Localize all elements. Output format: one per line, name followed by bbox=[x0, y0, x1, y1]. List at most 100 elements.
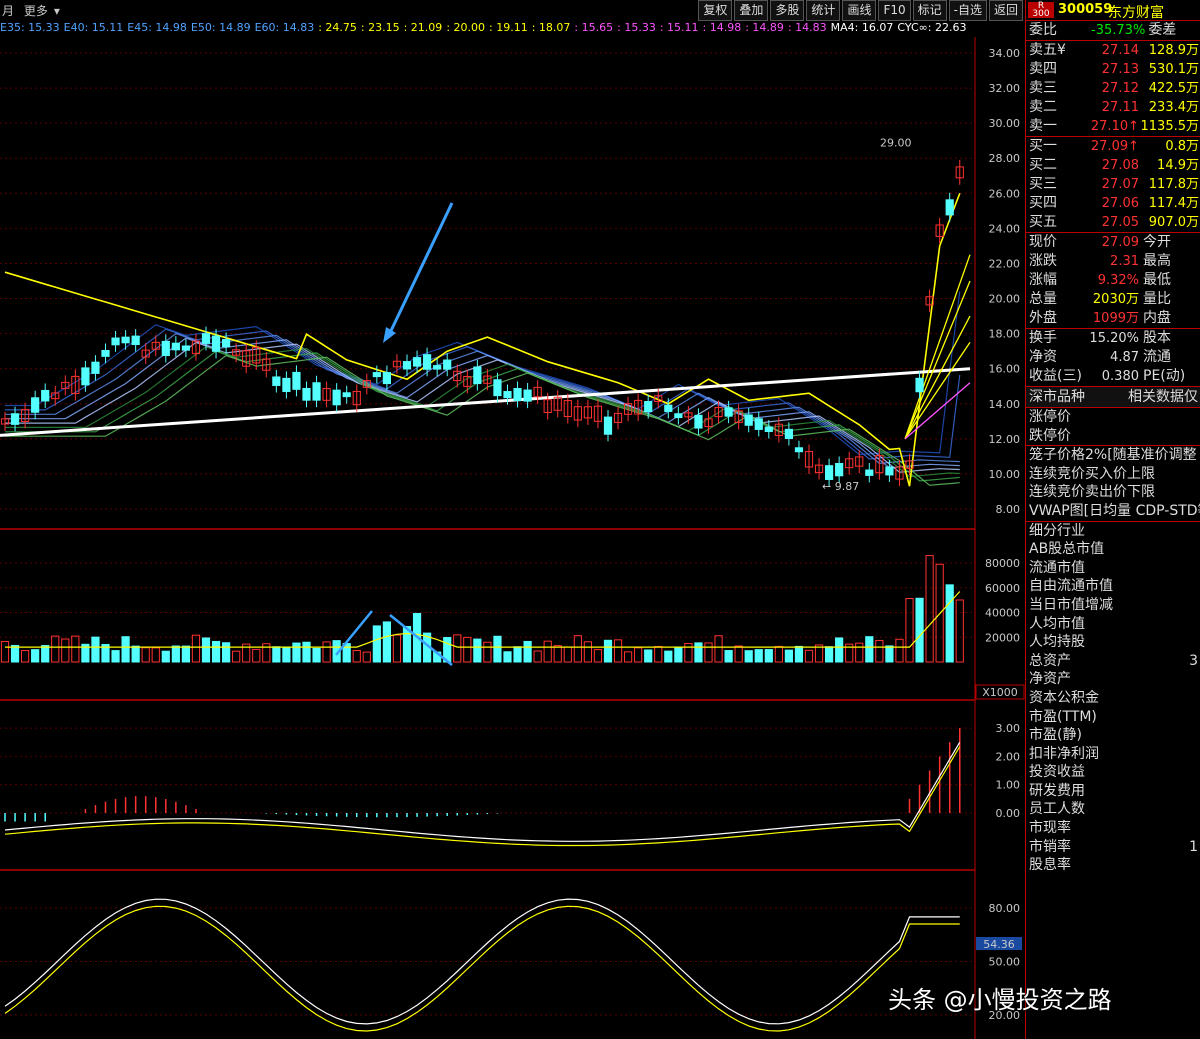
tool-button-3[interactable]: 统计 bbox=[806, 0, 841, 21]
volume-tick-label: 60000 bbox=[985, 582, 1020, 595]
info-row[interactable]: 细分行业 bbox=[1026, 522, 1200, 541]
fund-value: 4.87 bbox=[1110, 350, 1139, 365]
ask-row: 卖一 27.10↑ 1135.5万 bbox=[1026, 117, 1200, 136]
info-row[interactable]: 自由流通市值 bbox=[1026, 577, 1200, 596]
info-value: 3 bbox=[1189, 652, 1198, 669]
info-row[interactable]: 市销率 1 bbox=[1026, 838, 1200, 857]
info-row[interactable]: 净资产 bbox=[1026, 670, 1200, 689]
volume-bar bbox=[352, 649, 361, 663]
info-row[interactable]: 扣非净利润 bbox=[1026, 745, 1200, 764]
stock-name[interactable]: 东方财富 bbox=[1108, 2, 1164, 22]
info-row[interactable]: 笼子价格2%[随基准价调整 bbox=[1026, 446, 1200, 465]
candle-body bbox=[402, 361, 412, 370]
quote-label-right: 最低 bbox=[1143, 272, 1171, 288]
kdj-current-value: 54.36 bbox=[983, 938, 1015, 951]
info-row[interactable]: 研发费用 bbox=[1026, 782, 1200, 801]
ma-legend-item: : 19.11 bbox=[489, 21, 528, 34]
bid-price: 27.05 bbox=[1101, 215, 1139, 230]
info-label: 细分行业 bbox=[1029, 522, 1085, 539]
volume-bar bbox=[583, 641, 592, 663]
ma-band-line bbox=[5, 341, 960, 473]
info-row[interactable]: 连续竞价买入价上限 bbox=[1026, 465, 1200, 484]
info-label: 连续竞价买入价上限 bbox=[1029, 465, 1155, 482]
info-row[interactable]: 资本公积金 bbox=[1026, 689, 1200, 708]
fund-label-right: 股本 bbox=[1143, 330, 1171, 346]
volume-bar bbox=[714, 635, 723, 663]
info-row[interactable]: VWAP图[日均量 CDP-STD等 bbox=[1026, 502, 1200, 521]
info-row[interactable]: 跌停价 bbox=[1026, 427, 1200, 446]
tool-button-0[interactable]: 复权 bbox=[698, 0, 733, 21]
info-row[interactable]: 市盈(TTM) bbox=[1026, 708, 1200, 727]
info-row[interactable]: 股息率 bbox=[1026, 856, 1200, 875]
info-row[interactable]: 人均市值 bbox=[1026, 615, 1200, 634]
info-row[interactable]: 总资产 3 bbox=[1026, 652, 1200, 671]
volume-bar bbox=[71, 635, 80, 663]
tool-button-2[interactable]: 多股 bbox=[770, 0, 805, 21]
info-row[interactable]: 当日市值增减 bbox=[1026, 596, 1200, 615]
tool-button-7[interactable]: -自选 bbox=[948, 0, 987, 21]
tool-button-4[interactable]: 画线 bbox=[842, 0, 877, 21]
info-row[interactable]: 流通市值 bbox=[1026, 559, 1200, 578]
info-row[interactable]: 投资收益 bbox=[1026, 763, 1200, 782]
volume-bar bbox=[603, 639, 613, 663]
price-tick-label: 28.00 bbox=[989, 152, 1021, 165]
volume-arrow-up bbox=[335, 610, 373, 656]
info-label: 总资产 bbox=[1029, 652, 1071, 669]
price-tick-label: 12.00 bbox=[989, 433, 1021, 446]
tool-button-6[interactable]: 标记 bbox=[912, 0, 947, 21]
candle-body bbox=[302, 387, 311, 401]
stock-code[interactable]: 300059 bbox=[1058, 2, 1112, 17]
volume-bar bbox=[232, 650, 241, 663]
ask-volume: 1135.5万 bbox=[1140, 119, 1200, 134]
volume-bar bbox=[724, 650, 733, 663]
volume-bar bbox=[875, 639, 884, 663]
quote-row: 涨跌 2.31 最高 bbox=[1026, 252, 1200, 271]
tool-button-8[interactable]: 返回 bbox=[988, 0, 1023, 21]
candle-body bbox=[382, 372, 391, 385]
candle-body bbox=[41, 389, 50, 402]
ma-legend-item: CYC∞: 22.63 bbox=[897, 21, 967, 34]
limit-price-list: 涨停价 跌停价 bbox=[1026, 408, 1200, 445]
more-menu[interactable]: 更多 bbox=[24, 4, 48, 18]
macd-tick-label: 0.00 bbox=[996, 807, 1021, 820]
tool-button-5[interactable]: F10 bbox=[878, 0, 911, 21]
volume-bar bbox=[624, 651, 633, 663]
section-header[interactable]: 深市品种 相关数据仅 bbox=[1026, 386, 1200, 408]
weibi-label: 委比 bbox=[1029, 22, 1057, 38]
info-row[interactable]: 涨停价 bbox=[1026, 408, 1200, 427]
info-row[interactable]: 人均持股 bbox=[1026, 633, 1200, 652]
volume-bar bbox=[955, 599, 964, 663]
candle-body bbox=[282, 377, 291, 393]
candle-body bbox=[744, 414, 753, 426]
kline-chart[interactable]: 34.00 32.00 30.00 28.00 26.00 24.00 22.00 20.00… bbox=[0, 37, 1025, 1039]
period-month-label[interactable]: 月 bbox=[2, 4, 14, 18]
quote-label: 涨幅 bbox=[1029, 272, 1057, 288]
volume-bar bbox=[533, 650, 542, 663]
volume-bar bbox=[523, 640, 532, 663]
quote-label-right: 内盘 bbox=[1143, 310, 1171, 326]
bid-volume: 0.8万 bbox=[1165, 139, 1199, 154]
price-tick-label: 8.00 bbox=[996, 503, 1021, 516]
period-menu[interactable]: 月 更多 ▾ bbox=[2, 2, 66, 19]
info-label: 扣非净利润 bbox=[1029, 745, 1099, 762]
info-row[interactable]: AB股总市值 bbox=[1026, 540, 1200, 559]
ma-legend-item: : 23.15 bbox=[360, 21, 400, 34]
annotation-arrow-head bbox=[383, 327, 396, 343]
bid-volume: 14.9万 bbox=[1157, 158, 1199, 173]
info-row[interactable]: 员工人数 bbox=[1026, 800, 1200, 819]
low-price-label: ← 9.87 bbox=[822, 480, 859, 493]
info-row[interactable]: 市盈(静) bbox=[1026, 726, 1200, 745]
volume-bar bbox=[463, 636, 472, 663]
volume-bar bbox=[372, 625, 381, 663]
info-row[interactable]: 市现率 bbox=[1026, 819, 1200, 838]
price-tick-label: 30.00 bbox=[989, 117, 1021, 130]
info-label: 市盈(静) bbox=[1029, 727, 1082, 744]
ma-legend-item: E50: 14.89 bbox=[190, 21, 251, 34]
tool-button-1[interactable]: 叠加 bbox=[734, 0, 769, 21]
quote-label-right: 今开 bbox=[1143, 234, 1171, 250]
info-row[interactable]: 连续竞价卖出价下限 bbox=[1026, 483, 1200, 502]
ma-legend-item: : 20.00 bbox=[446, 21, 486, 34]
ask-price: 27.12 bbox=[1101, 81, 1139, 96]
quote-row: 涨幅 9.32% 最低 bbox=[1026, 271, 1200, 290]
ask-label: 卖二 bbox=[1029, 99, 1057, 115]
